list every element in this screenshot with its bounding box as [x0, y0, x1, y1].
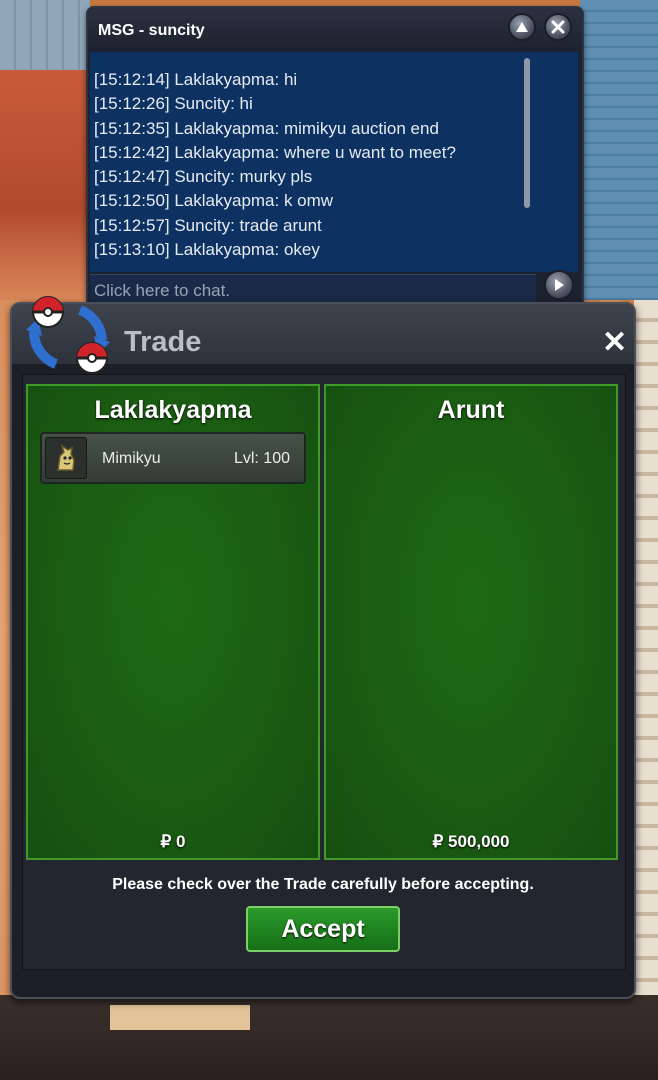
- chat-message: [15:12:47] Suncity: murky pls: [94, 167, 313, 187]
- bottom-floor-patch: [110, 1005, 250, 1030]
- close-icon[interactable]: ✕: [602, 328, 627, 358]
- player-name: Laklakyapma: [94, 396, 252, 424]
- chat-message: [15:12:35] Laklakyapma: mimikyu auction …: [94, 118, 439, 138]
- offered-pokemon[interactable]: Mimikyu Lvl: 100: [40, 432, 306, 484]
- bottom-shadow: [0, 995, 658, 1080]
- chat-title: MSG - suncity: [98, 22, 205, 39]
- building-wall-right: [580, 0, 658, 300]
- trade-pokeballs-icon: [26, 296, 110, 374]
- chat-scroll-track[interactable]: [536, 52, 578, 272]
- chat-message: [15:12:26] Suncity: hi: [94, 94, 253, 114]
- play-arrow-icon[interactable]: [544, 270, 574, 300]
- chat-message: [15:12:42] Laklakyapma: where u want to …: [94, 142, 456, 162]
- chat-message: [15:12:14] Laklakyapma: hi: [94, 70, 298, 89]
- accept-button[interactable]: Accept: [246, 906, 400, 952]
- chat-message: [15:12:57] Suncity: trade arunt: [94, 215, 322, 235]
- chat-scrollbar[interactable]: [524, 58, 530, 208]
- trade-title: Trade: [124, 326, 202, 358]
- chat-input[interactable]: Click here to chat.: [90, 274, 536, 302]
- close-icon[interactable]: [544, 13, 572, 41]
- offered-money: ₽ 0: [160, 832, 186, 851]
- chat-message: [15:13:10] Laklakyapma: okey: [94, 240, 320, 260]
- chat-log[interactable]: [15:12:14] Laklakyapma: hi [15:12:26] Sun…: [90, 52, 536, 272]
- building-roof-left: [0, 70, 90, 300]
- player-name: Arunt: [437, 396, 505, 424]
- chat-window: MSG - suncity [15:12:14] Laklakyapma: hi…: [86, 6, 584, 306]
- trade-window: Trade ✕ Laklakyapma Mimikyu Lvl: 100 ₽ 0: [10, 296, 636, 999]
- trade-notice: Please check over the Trade carefully be…: [112, 876, 534, 893]
- pokemon-name: Mimikyu: [102, 450, 161, 467]
- fence-right: [634, 300, 658, 1000]
- chat-message: [15:12:50] Laklakyapma: k omw: [94, 191, 334, 211]
- chevron-up-icon[interactable]: [508, 13, 536, 41]
- pokemon-level: Lvl: 100: [233, 450, 290, 467]
- trade-offer-left: Laklakyapma Mimikyu Lvl: 100 ₽ 0: [26, 384, 320, 860]
- game-screen: MSG - suncity [15:12:14] Laklakyapma: hi…: [0, 0, 658, 1080]
- mimikyu-sprite-icon: [45, 437, 87, 479]
- offered-money: ₽ 500,000: [432, 832, 510, 851]
- trade-offer-right: Arunt ₽ 500,000: [324, 384, 618, 860]
